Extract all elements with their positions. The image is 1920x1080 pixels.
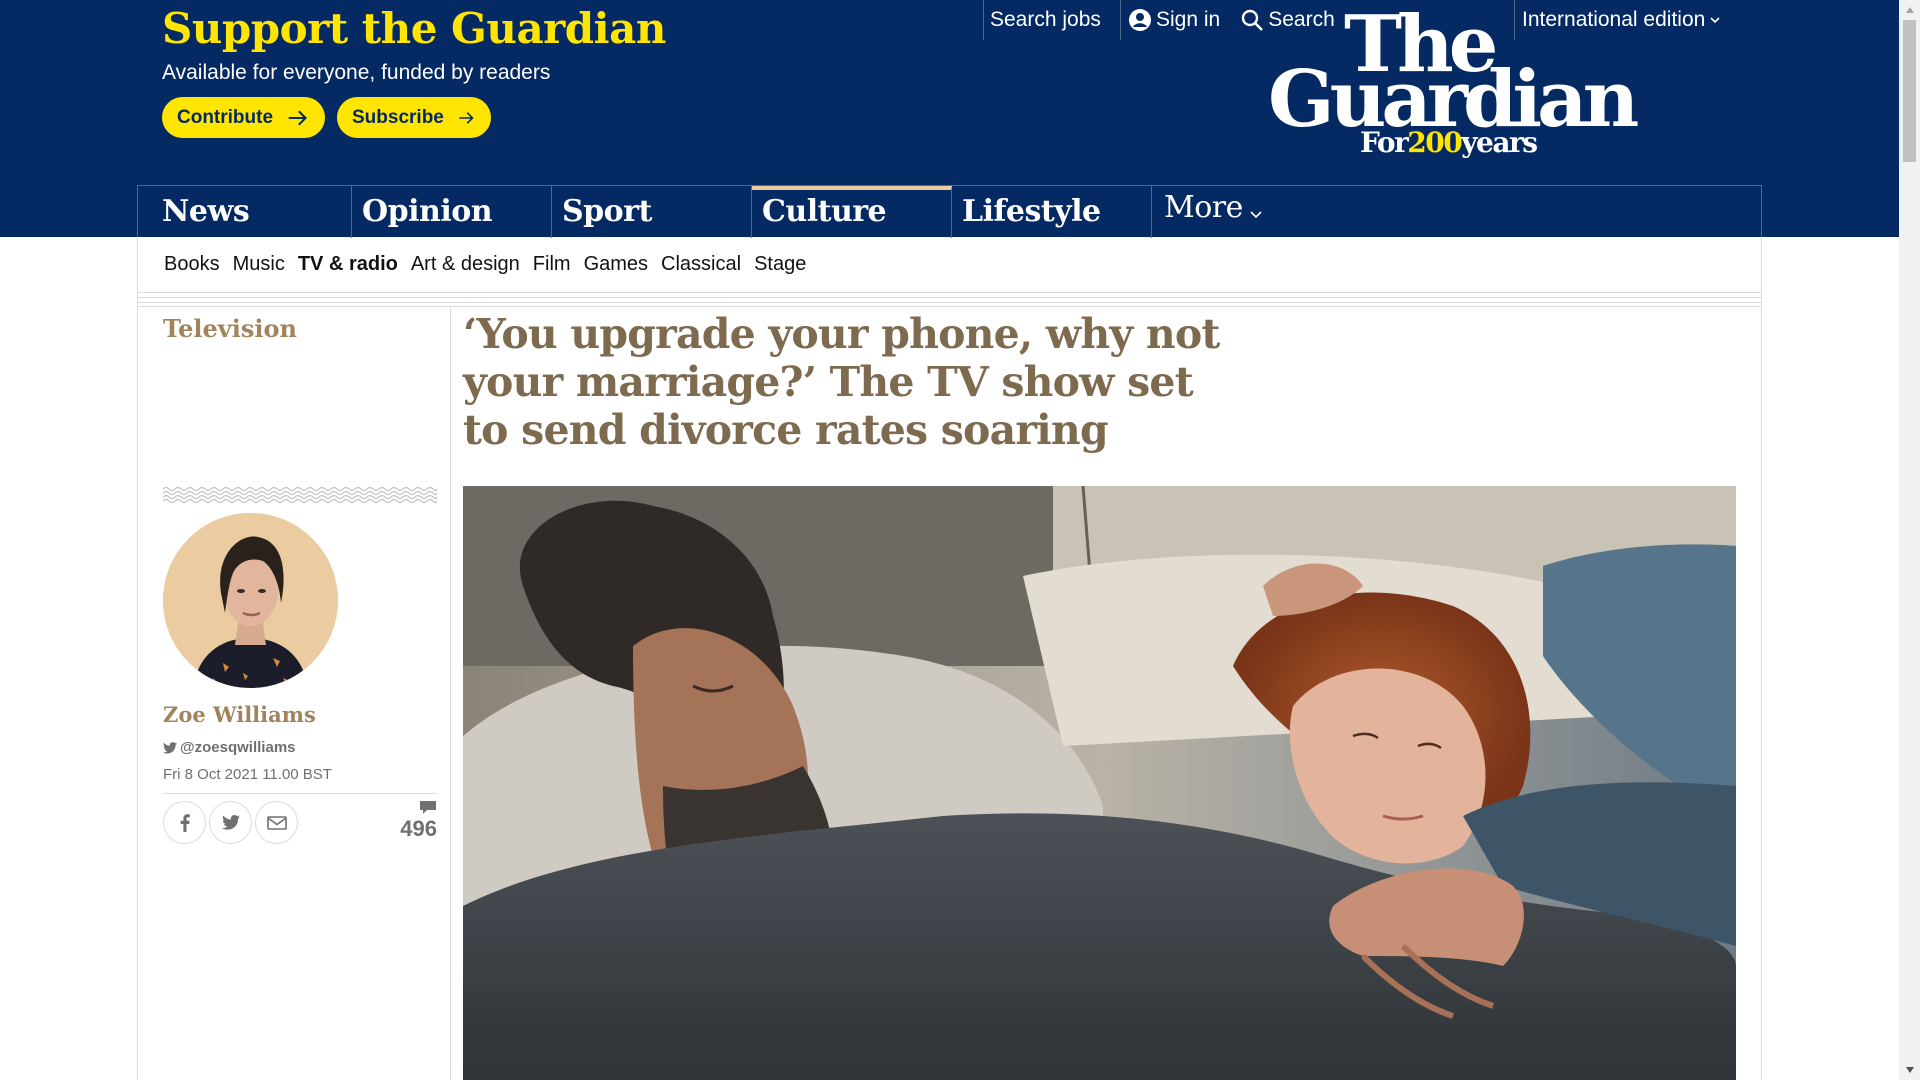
comment-count-link[interactable]: 496: [390, 800, 437, 842]
section-kicker[interactable]: Television: [163, 314, 297, 343]
page-scrollbar[interactable]: [1899, 0, 1920, 1080]
contribute-button[interactable]: Contribute: [162, 97, 325, 138]
culture-subnav: Books Music TV & radio Art & design Film…: [137, 237, 1762, 292]
frame-border: [1761, 292, 1762, 1080]
pillar-more[interactable]: More: [1152, 186, 1352, 238]
pillar-opinion[interactable]: Opinion: [352, 186, 552, 238]
subnav-classical[interactable]: Classical: [661, 253, 741, 276]
logo-tag-prefix: For: [1360, 126, 1409, 159]
scrollbar-thumb[interactable]: [1903, 20, 1916, 162]
subnav-tv-radio[interactable]: TV & radio: [298, 253, 398, 276]
scroll-down-arrow[interactable]: [1903, 1064, 1916, 1076]
profile-icon: [1129, 9, 1151, 31]
chevron-down-icon: [1250, 211, 1262, 219]
email-icon: [266, 815, 287, 830]
column-divider: [450, 306, 451, 1080]
subnav-music[interactable]: Music: [233, 253, 285, 276]
divider: [137, 302, 1762, 303]
support-subtitle: Available for everyone, funded by reader…: [162, 61, 551, 84]
divider: [137, 292, 1762, 293]
author-avatar: [163, 513, 338, 688]
contribute-label: Contribute: [177, 106, 274, 128]
divider: [163, 793, 437, 794]
arrow-right-icon: [288, 110, 308, 125]
twitter-icon: [163, 741, 177, 754]
divider: [137, 297, 1762, 298]
author-twitter[interactable]: @zoesqwilliams: [163, 739, 296, 756]
subscribe-button[interactable]: Subscribe: [337, 97, 491, 138]
search-jobs-link[interactable]: Search jobs: [980, 0, 1111, 40]
facebook-icon: [180, 813, 190, 832]
pillar-label: Sport: [562, 194, 652, 229]
search-jobs-label: Search jobs: [990, 8, 1101, 31]
logo-tag-suffix: years: [1461, 126, 1538, 159]
pillar-nav: News Opinion Sport Culture Lifestyle Mor…: [137, 185, 1762, 238]
edition-label: International edition: [1522, 8, 1706, 31]
publish-date: Fri 8 Oct 2021 11.00 BST: [163, 766, 332, 783]
hero-image: [463, 486, 1736, 1080]
subnav-books[interactable]: Books: [164, 253, 220, 276]
pillar-news[interactable]: News: [138, 186, 352, 238]
twitter-icon: [221, 815, 240, 830]
subnav-games[interactable]: Games: [584, 253, 648, 276]
pillar-label: Opinion: [362, 194, 493, 229]
pillar-culture[interactable]: Culture: [752, 186, 952, 238]
pillar-label: News: [162, 194, 250, 229]
logo-tagline: For200years: [1360, 126, 1538, 159]
subnav-art-design[interactable]: Art & design: [411, 253, 520, 276]
site-header: Support the Guardian Available for every…: [0, 0, 1899, 238]
triangle-up-icon: [1905, 7, 1914, 13]
subnav-stage[interactable]: Stage: [754, 253, 806, 276]
comment-count: 496: [400, 816, 437, 841]
scroll-up-arrow[interactable]: [1903, 4, 1916, 16]
share-twitter-button[interactable]: [209, 801, 252, 844]
article-headline: ‘You upgrade your phone, why not your ma…: [463, 310, 1220, 454]
share-facebook-button[interactable]: [163, 801, 206, 844]
author-portrait: [163, 513, 338, 688]
subnav-film[interactable]: Film: [533, 253, 571, 276]
twitter-handle-label: @zoesqwilliams: [180, 739, 296, 756]
pillar-label: Culture: [762, 194, 887, 229]
sign-in-link[interactable]: Sign in: [1118, 0, 1230, 40]
pillar-label: Lifestyle: [962, 194, 1101, 229]
comment-bubble-icon: [420, 801, 436, 814]
arrow-right-icon: [459, 111, 474, 124]
author-name[interactable]: Zoe Williams: [163, 702, 316, 727]
pillar-sport[interactable]: Sport: [552, 186, 752, 238]
triangle-down-icon: [1905, 1067, 1914, 1073]
chevron-down-icon: [1710, 17, 1720, 24]
squiggle-divider: [163, 486, 437, 504]
pillar-label: More: [1164, 190, 1243, 225]
pillar-lifestyle[interactable]: Lifestyle: [952, 186, 1152, 238]
support-title: Support the Guardian: [162, 4, 666, 53]
hero-photo: [463, 486, 1736, 1080]
edition-selector[interactable]: International edition: [1512, 0, 1731, 40]
share-email-button[interactable]: [255, 801, 298, 844]
frame-border: [137, 292, 138, 1080]
sign-in-label: Sign in: [1156, 8, 1221, 31]
logo-tag-number: 200: [1407, 126, 1462, 159]
subscribe-label: Subscribe: [352, 106, 444, 128]
divider: [137, 306, 1762, 307]
magnifier-icon: [1242, 9, 1264, 31]
